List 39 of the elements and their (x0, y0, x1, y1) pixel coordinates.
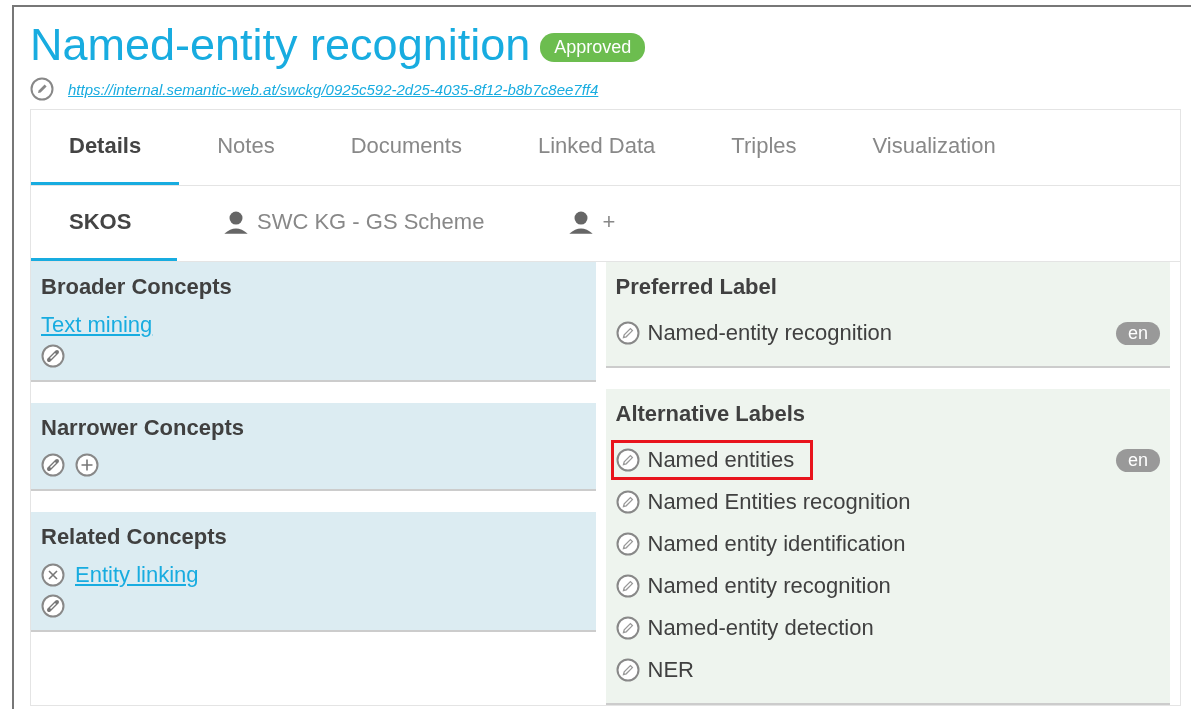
edit-icon[interactable] (615, 448, 640, 472)
label-text: Named entities (647, 447, 795, 473)
label-text: NER (647, 657, 694, 683)
scheme-tab[interactable]: SWC KG - GS Scheme (185, 186, 523, 261)
language-tag: en (1115, 321, 1160, 345)
label-text: Named entity recognition (647, 573, 891, 599)
edit-icon[interactable] (615, 321, 640, 345)
label-text: Named-entity recognition (647, 320, 893, 346)
edit-icon[interactable] (615, 616, 640, 640)
user-icon (223, 209, 249, 235)
edit-icon[interactable] (615, 574, 640, 598)
add-icon[interactable] (75, 453, 99, 477)
language-tag: en (1115, 448, 1160, 472)
panel-heading: Related Concepts (41, 524, 228, 550)
user-icon (568, 209, 595, 235)
label-text: Named Entities recognition (647, 489, 911, 515)
tab[interactable]: Visualization (834, 110, 1034, 185)
tab[interactable]: Notes (179, 110, 313, 185)
concept-link[interactable]: Entity linking (75, 562, 199, 588)
panel-heading: Narrower Concepts (41, 415, 245, 441)
concept-uri-link[interactable]: https://internal.semantic-web.at/swckg/0925c592-2d25-4035-8f12-b8b7c8ee7ff4 (68, 80, 599, 98)
label-text: Named entity identification (647, 531, 906, 557)
tab[interactable]: Documents (312, 110, 500, 185)
tab[interactable]: Triples (693, 110, 835, 185)
panel-heading: Preferred Label (615, 274, 778, 300)
concept-link[interactable]: Text mining (41, 312, 153, 338)
panel-heading: Alternative Labels (615, 401, 806, 427)
page-title: Named-entity recognition (30, 18, 531, 72)
pencil-icon[interactable] (30, 77, 54, 101)
scheme-tab[interactable]: + (530, 186, 677, 261)
panel-heading: Broader Concepts (41, 274, 233, 300)
label-text: Named-entity detection (647, 615, 874, 641)
edit-icon[interactable] (615, 490, 640, 514)
edit-icon[interactable] (615, 658, 640, 682)
edit-icon[interactable] (615, 532, 640, 556)
remove-icon[interactable] (41, 563, 65, 587)
status-badge: Approved (540, 32, 646, 62)
tab[interactable]: Linked Data (499, 110, 694, 185)
tab[interactable]: Details (31, 110, 180, 185)
